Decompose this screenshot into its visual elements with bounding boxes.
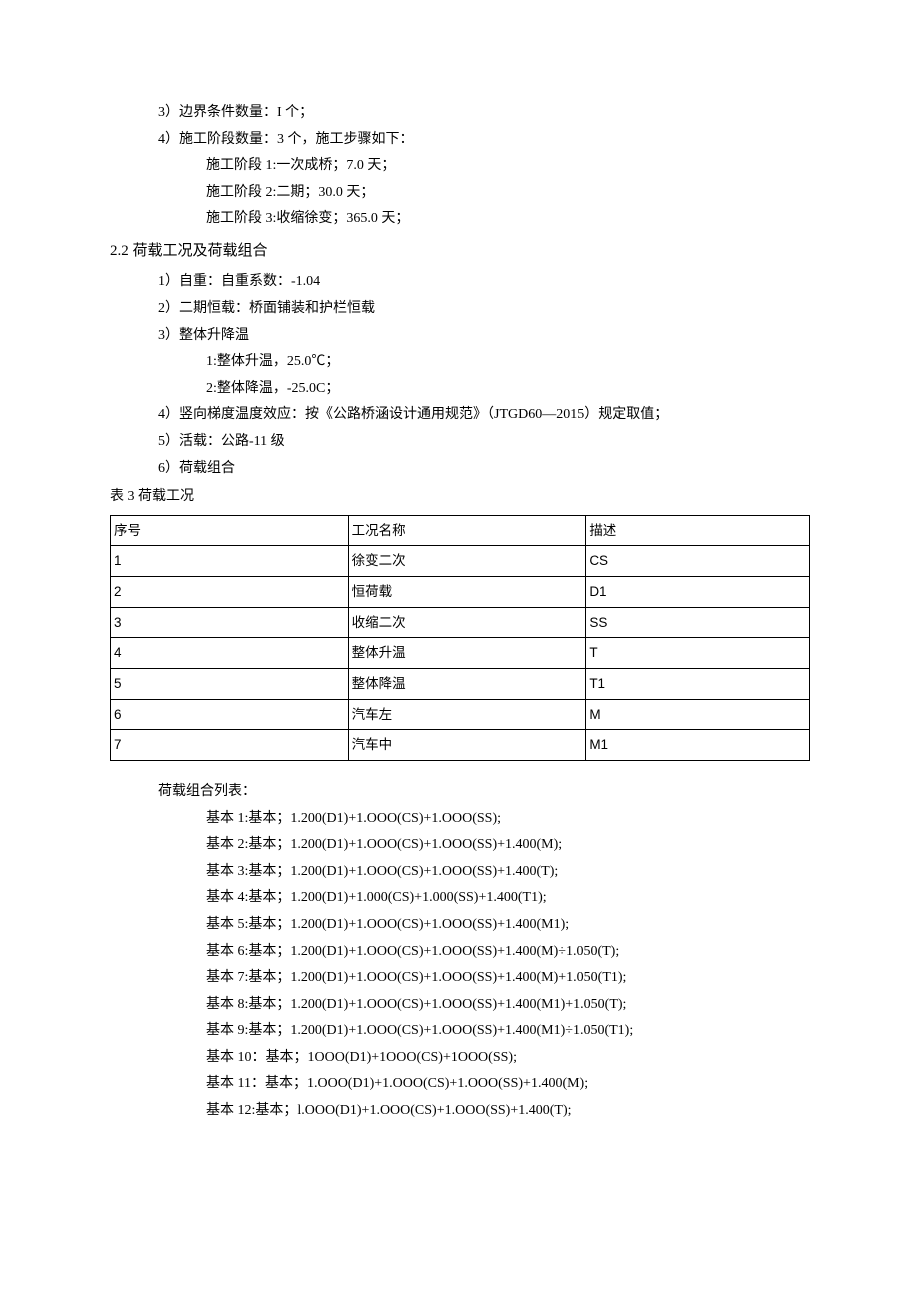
table-cell: 3 (111, 607, 349, 638)
construction-stage-3: 施工阶段 3:收缩徐变；365.0 天； (110, 206, 810, 233)
table-row: 3 收缩二次 SS (111, 607, 810, 638)
table-cell: 整体升温 (348, 638, 586, 669)
construction-stage-2: 施工阶段 2:二期；30.0 天； (110, 180, 810, 207)
table-row: 5 整体降温 T1 (111, 669, 810, 700)
construction-stage-1: 施工阶段 1:一次成桥；7.0 天； (110, 153, 810, 180)
table-cell: 恒荷载 (348, 577, 586, 608)
combo-item: 基本 12:基本；l.OOO(D1)+1.OOO(CS)+1.OOO(SS)+1… (110, 1098, 810, 1125)
table-cell: T1 (586, 669, 810, 700)
combo-list-title: 荷载组合列表： (110, 779, 810, 806)
load-temperature-heading: 3）整体升降温 (110, 323, 810, 350)
combo-item: 基本 5:基本；1.200(D1)+1.OOO(CS)+1.OOO(SS)+1.… (110, 912, 810, 939)
combo-item: 基本 7:基本；1.200(D1)+1.OOO(CS)+1.OOO(SS)+1.… (110, 965, 810, 992)
table-row: 2 恒荷载 D1 (111, 577, 810, 608)
construction-info-block: 3）边界条件数量：I 个； 4）施工阶段数量：3 个，施工步骤如下： 施工阶段 … (110, 100, 810, 233)
table-row: 7 汽车中 M1 (111, 730, 810, 761)
table-cell: M (586, 699, 810, 730)
table-header-name: 工况名称 (348, 515, 586, 546)
table-cell: 2 (111, 577, 349, 608)
table-header-row: 序号 工况名称 描述 (111, 515, 810, 546)
construction-stage-count-line: 4）施工阶段数量：3 个，施工步骤如下： (110, 127, 810, 154)
combo-item: 基本 11：基本；1.OOO(D1)+1.OOO(CS)+1.OOO(SS)+1… (110, 1071, 810, 1098)
table-row: 4 整体升温 T (111, 638, 810, 669)
table-cell: 汽车中 (348, 730, 586, 761)
combo-item: 基本 4:基本；1.200(D1)+1.000(CS)+1.000(SS)+1.… (110, 885, 810, 912)
table-cell: D1 (586, 577, 810, 608)
table-cell: 5 (111, 669, 349, 700)
section-2-2-heading: 2.2 荷载工况及荷载组合 (110, 237, 810, 266)
boundary-condition-line: 3）边界条件数量：I 个； (110, 100, 810, 127)
table-cell: 整体降温 (348, 669, 586, 700)
table-cell: 7 (111, 730, 349, 761)
table-cell: M1 (586, 730, 810, 761)
combo-item: 基本 6:基本；1.200(D1)+1.OOO(CS)+1.OOO(SS)+1.… (110, 939, 810, 966)
table-cell: 4 (111, 638, 349, 669)
combo-item: 基本 1:基本；1.200(D1)+1.OOO(CS)+1.OOO(SS); (110, 806, 810, 833)
combo-item: 基本 9:基本；1.200(D1)+1.OOO(CS)+1.OOO(SS)+1.… (110, 1018, 810, 1045)
load-gradient-temp: 4）竖向梯度温度效应：按《公路桥涵设计通用规范》（JTGD60—2015）规定取… (110, 402, 810, 429)
table-cell: T (586, 638, 810, 669)
load-cases-block: 1）自重：自重系数：-1.04 2）二期恒载：桥面铺装和护栏恒载 3）整体升降温… (110, 269, 810, 482)
load-live-load: 5）活载：公路-11 级 (110, 429, 810, 456)
table-header-desc: 描述 (586, 515, 810, 546)
combo-item: 基本 8:基本；1.200(D1)+1.OOO(CS)+1.OOO(SS)+1.… (110, 992, 810, 1019)
table-cell: SS (586, 607, 810, 638)
combo-item: 基本 3:基本；1.200(D1)+1.OOO(CS)+1.OOO(SS)+1.… (110, 859, 810, 886)
table-cell: 6 (111, 699, 349, 730)
load-secondary-dead: 2）二期恒载：桥面铺装和护栏恒载 (110, 296, 810, 323)
table-3-caption: 表 3 荷载工况 (110, 484, 810, 511)
table-cell: CS (586, 546, 810, 577)
combo-item: 基本 2:基本；1.200(D1)+1.OOO(CS)+1.OOO(SS)+1.… (110, 832, 810, 859)
table-cell: 1 (111, 546, 349, 577)
load-temp-fall: 2:整体降温，-25.0C； (110, 376, 810, 403)
table-cell: 收缩二次 (348, 607, 586, 638)
table-3-load-cases: 序号 工况名称 描述 1 徐变二次 CS 2 恒荷载 D1 3 收缩二次 SS … (110, 515, 810, 761)
table-row: 1 徐变二次 CS (111, 546, 810, 577)
combo-item: 基本 10：基本；1OOO(D1)+1OOO(CS)+1OOO(SS); (110, 1045, 810, 1072)
table-row: 6 汽车左 M (111, 699, 810, 730)
table-cell: 汽车左 (348, 699, 586, 730)
table-cell: 徐变二次 (348, 546, 586, 577)
table-header-seq: 序号 (111, 515, 349, 546)
load-self-weight: 1）自重：自重系数：-1.04 (110, 269, 810, 296)
load-combination-heading: 6）荷载组合 (110, 456, 810, 483)
combo-list-block: 基本 1:基本；1.200(D1)+1.OOO(CS)+1.OOO(SS); 基… (110, 806, 810, 1125)
load-temp-rise: 1:整体升温，25.0℃； (110, 349, 810, 376)
